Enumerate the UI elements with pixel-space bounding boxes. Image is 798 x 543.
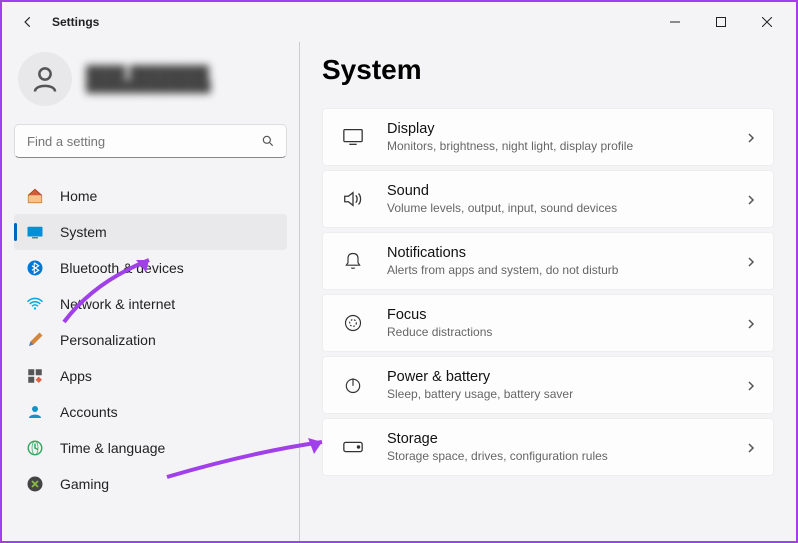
window-controls xyxy=(652,2,790,42)
profile-email: ████████████████ xyxy=(86,81,211,93)
gaming-icon xyxy=(26,475,44,493)
window-title: Settings xyxy=(52,15,99,29)
arrow-left-icon xyxy=(21,15,35,29)
nav-label: Accounts xyxy=(60,404,118,420)
setting-sound[interactable]: Sound Volume levels, output, input, soun… xyxy=(322,170,774,228)
home-icon xyxy=(26,187,44,205)
setting-title: Power & battery xyxy=(387,369,745,385)
accounts-icon xyxy=(26,403,44,421)
back-button[interactable] xyxy=(8,2,48,42)
nav-item-bluetooth[interactable]: Bluetooth & devices xyxy=(14,250,287,286)
setting-storage[interactable]: Storage Storage space, drives, configura… xyxy=(322,418,774,476)
maximize-icon xyxy=(716,17,726,27)
nav-label: Personalization xyxy=(60,332,156,348)
minimize-button[interactable] xyxy=(652,2,698,42)
sound-icon xyxy=(339,187,367,211)
nav-item-apps[interactable]: Apps xyxy=(14,358,287,394)
bluetooth-icon xyxy=(26,259,44,277)
nav-label: Gaming xyxy=(60,476,109,492)
setting-power[interactable]: Power & battery Sleep, battery usage, ba… xyxy=(322,356,774,414)
nav-item-time[interactable]: Time & language xyxy=(14,430,287,466)
nav-label: System xyxy=(60,224,107,240)
setting-title: Sound xyxy=(387,183,745,199)
display-icon xyxy=(339,125,367,149)
main-panel: System Display Monitors, brightness, nig… xyxy=(300,42,796,541)
minimize-icon xyxy=(670,17,680,27)
setting-desc: Sleep, battery usage, battery saver xyxy=(387,387,745,401)
search-input[interactable] xyxy=(14,124,287,158)
setting-desc: Storage space, drives, configuration rul… xyxy=(387,449,745,463)
chevron-right-icon xyxy=(745,441,757,453)
nav-label: Time & language xyxy=(60,440,165,456)
nav-label: Home xyxy=(60,188,97,204)
setting-title: Notifications xyxy=(387,245,745,261)
settings-list: Display Monitors, brightness, night ligh… xyxy=(322,108,774,476)
paintbrush-icon xyxy=(26,331,44,349)
close-button[interactable] xyxy=(744,2,790,42)
page-title: System xyxy=(322,54,774,86)
setting-focus[interactable]: Focus Reduce distractions xyxy=(322,294,774,352)
nav-item-accounts[interactable]: Accounts xyxy=(14,394,287,430)
chevron-right-icon xyxy=(745,379,757,391)
setting-title: Storage xyxy=(387,431,745,447)
bell-icon xyxy=(339,249,367,273)
wifi-icon xyxy=(26,295,44,313)
profile-name: ████ ████████ xyxy=(86,65,211,81)
apps-icon xyxy=(26,367,44,385)
setting-notifications[interactable]: Notifications Alerts from apps and syste… xyxy=(322,232,774,290)
person-icon xyxy=(30,64,60,94)
nav-label: Network & internet xyxy=(60,296,175,312)
titlebar: Settings xyxy=(2,2,796,42)
sidebar: ████ ████████ ████████████████ Home Syst… xyxy=(2,42,300,541)
search-icon xyxy=(261,134,275,148)
power-icon xyxy=(339,373,367,397)
profile-text: ████ ████████ ████████████████ xyxy=(86,65,211,93)
setting-desc: Reduce distractions xyxy=(387,325,745,339)
nav-item-personalization[interactable]: Personalization xyxy=(14,322,287,358)
search-box[interactable] xyxy=(14,124,287,158)
storage-icon xyxy=(339,435,367,459)
setting-desc: Monitors, brightness, night light, displ… xyxy=(387,139,745,153)
focus-icon xyxy=(339,311,367,335)
system-icon xyxy=(26,223,44,241)
nav-item-system[interactable]: System xyxy=(14,214,287,250)
clock-globe-icon xyxy=(26,439,44,457)
setting-desc: Alerts from apps and system, do not dist… xyxy=(387,263,745,277)
nav-label: Bluetooth & devices xyxy=(60,260,184,276)
maximize-button[interactable] xyxy=(698,2,744,42)
chevron-right-icon xyxy=(745,255,757,267)
nav-list: Home System Bluetooth & devices Network … xyxy=(14,178,287,502)
nav-label: Apps xyxy=(60,368,92,384)
avatar xyxy=(18,52,72,106)
profile-card[interactable]: ████ ████████ ████████████████ xyxy=(14,46,287,124)
chevron-right-icon xyxy=(745,317,757,329)
setting-display[interactable]: Display Monitors, brightness, night ligh… xyxy=(322,108,774,166)
nav-item-home[interactable]: Home xyxy=(14,178,287,214)
chevron-right-icon xyxy=(745,131,757,143)
setting-title: Focus xyxy=(387,307,745,323)
chevron-right-icon xyxy=(745,193,757,205)
setting-title: Display xyxy=(387,121,745,137)
close-icon xyxy=(762,17,772,27)
nav-item-network[interactable]: Network & internet xyxy=(14,286,287,322)
nav-item-gaming[interactable]: Gaming xyxy=(14,466,287,502)
setting-desc: Volume levels, output, input, sound devi… xyxy=(387,201,745,215)
